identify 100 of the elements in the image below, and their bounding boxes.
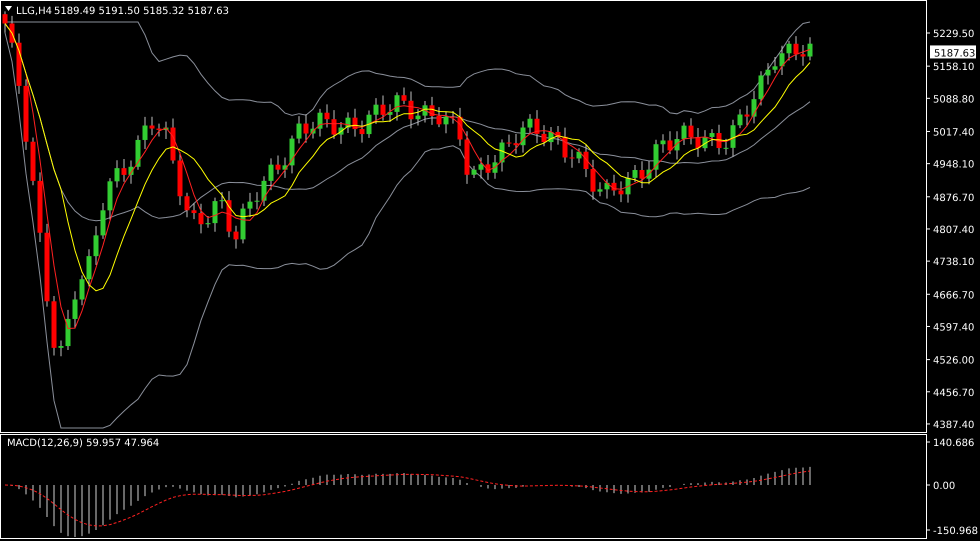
candle — [716, 124, 722, 155]
candle — [710, 128, 714, 146]
candle — [178, 152, 182, 206]
candle — [562, 127, 568, 164]
candle — [520, 120, 526, 154]
candle — [758, 70, 764, 106]
candle — [556, 125, 560, 146]
candle — [570, 148, 574, 168]
price-tick-label: 5158.10 — [933, 62, 974, 74]
price-tick-label: 5229.50 — [933, 29, 974, 40]
current-price-tag: 5187.63 — [930, 45, 976, 60]
candle — [318, 108, 322, 138]
price-tick-label: 5017.40 — [933, 127, 974, 138]
candle — [534, 110, 540, 144]
candle — [584, 144, 588, 178]
macd-tick-label: -150.968 — [933, 526, 978, 537]
candle — [654, 139, 658, 178]
price-tick-label: 4526.00 — [933, 356, 974, 367]
candle — [674, 130, 680, 160]
candle — [226, 190, 232, 238]
candle — [94, 226, 98, 266]
price-tick-label: 4807.40 — [933, 224, 974, 236]
candle — [212, 197, 218, 232]
candle — [772, 56, 778, 74]
candle — [646, 160, 652, 185]
candle — [136, 134, 140, 170]
candle — [486, 154, 490, 180]
candle — [108, 178, 112, 220]
candle — [150, 116, 154, 136]
candle — [290, 134, 294, 174]
candle — [388, 104, 392, 123]
candle — [58, 340, 64, 357]
candle — [506, 134, 512, 148]
candle — [66, 309, 70, 350]
price-tick-label: 4948.10 — [933, 160, 974, 171]
candle — [800, 44, 806, 66]
candle — [198, 203, 204, 234]
candle — [478, 156, 484, 179]
candle — [402, 87, 406, 105]
candle — [430, 96, 434, 126]
candle — [808, 36, 812, 61]
candle — [374, 98, 378, 124]
candle — [688, 118, 694, 145]
candle — [528, 114, 532, 134]
candle — [128, 160, 134, 184]
candle — [738, 108, 742, 129]
candle — [548, 126, 554, 151]
macd-tick-label: 0.00 — [933, 481, 956, 492]
candle — [304, 114, 308, 144]
candle — [436, 106, 442, 128]
candle — [696, 127, 700, 158]
price-tick-label: 4456.70 — [933, 388, 974, 399]
candle — [422, 100, 428, 123]
candle — [234, 225, 238, 250]
candle — [542, 124, 546, 147]
candle — [360, 120, 364, 144]
candle — [38, 172, 42, 242]
candle — [24, 78, 28, 150]
candle — [394, 92, 400, 122]
candle — [184, 192, 190, 218]
candle — [794, 36, 798, 61]
candle — [324, 104, 330, 128]
candle — [598, 182, 602, 197]
ohlc-values: 5189.49 5191.50 5185.32 5187.63 — [54, 6, 229, 17]
candle — [338, 121, 344, 144]
candle — [10, 15, 14, 48]
price-tick-label: 4597.40 — [933, 322, 974, 334]
candle — [122, 158, 126, 182]
candle — [682, 122, 686, 146]
candle — [724, 138, 728, 156]
dropdown-triangle-icon[interactable] — [5, 6, 12, 11]
candle — [254, 192, 260, 210]
price-tick-label: 5088.80 — [933, 94, 974, 106]
candle — [80, 274, 84, 306]
candle — [500, 138, 504, 172]
candle — [100, 202, 106, 240]
candle — [30, 136, 36, 186]
candle — [156, 123, 162, 137]
candle — [492, 154, 498, 180]
macd-tick-label: 140.686 — [933, 438, 974, 449]
candle — [450, 110, 456, 124]
candle — [248, 192, 252, 218]
candle — [16, 32, 22, 94]
candle — [604, 178, 610, 200]
candle — [192, 202, 196, 220]
candle — [576, 148, 582, 164]
candle — [464, 130, 470, 184]
candle — [164, 121, 168, 140]
candle — [632, 164, 638, 183]
candle — [640, 160, 644, 188]
candle — [352, 108, 358, 138]
candle — [262, 176, 266, 206]
candle — [702, 130, 708, 152]
candle — [458, 107, 462, 146]
candle — [72, 290, 78, 329]
candle — [220, 192, 224, 209]
candle — [730, 119, 736, 158]
candle — [170, 118, 176, 164]
candle — [752, 90, 756, 124]
candle — [276, 154, 280, 175]
